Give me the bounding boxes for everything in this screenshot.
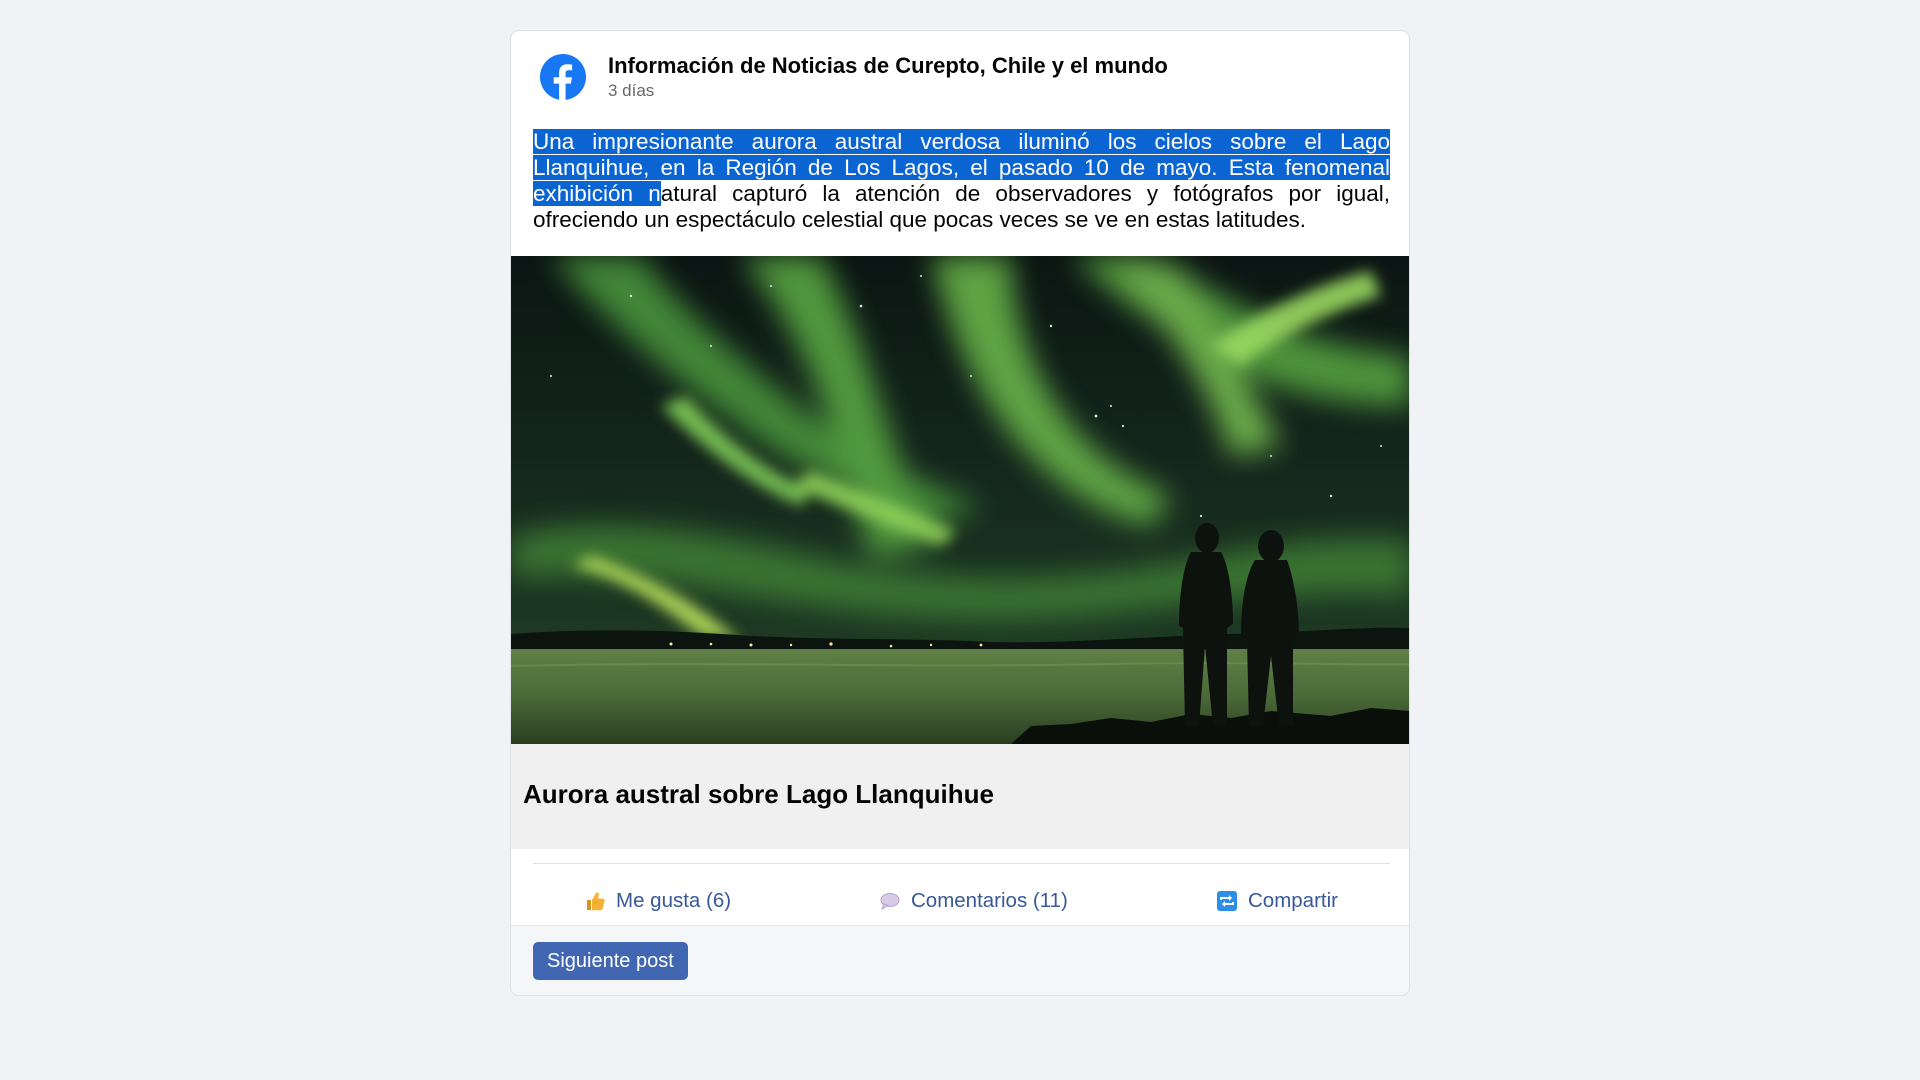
speech-bubble-icon [880,893,900,911]
aurora-photo[interactable] [511,256,1410,744]
like-button[interactable]: Me gusta (6) [584,879,731,923]
link-title[interactable]: Aurora austral sobre Lago Llanquihue [523,779,994,810]
next-post-button[interactable]: Siguiente post [533,942,688,980]
actions-bar: Me gusta (6) Comentarios (11) Compartir [511,879,1409,923]
share-arrows-icon [1217,891,1237,911]
post-footer: Siguiente post [511,925,1409,995]
page-name[interactable]: Información de Noticias de Curepto, Chil… [608,53,1168,79]
post-card: Información de Noticias de Curepto, Chil… [510,30,1410,996]
divider [533,863,1390,864]
like-label: Me gusta (6) [616,889,732,912]
link-preview[interactable]: Aurora austral sobre Lago Llanquihue [511,744,1409,849]
facebook-logo-icon[interactable] [540,54,586,100]
post-header: Información de Noticias de Curepto, Chil… [511,31,1409,131]
share-label: Compartir [1248,889,1338,912]
thumbs-up-icon [587,892,605,911]
post-text: Una impresionante aurora austral verdosa… [533,129,1390,233]
post-text-rest: atural capturó la atención de observador… [533,181,1390,232]
post-time[interactable]: 3 días [608,81,654,101]
comment-button[interactable]: Comentarios (11) [879,879,1068,923]
share-button[interactable]: Compartir [1216,879,1338,923]
comment-label: Comentarios (11) [911,889,1068,912]
